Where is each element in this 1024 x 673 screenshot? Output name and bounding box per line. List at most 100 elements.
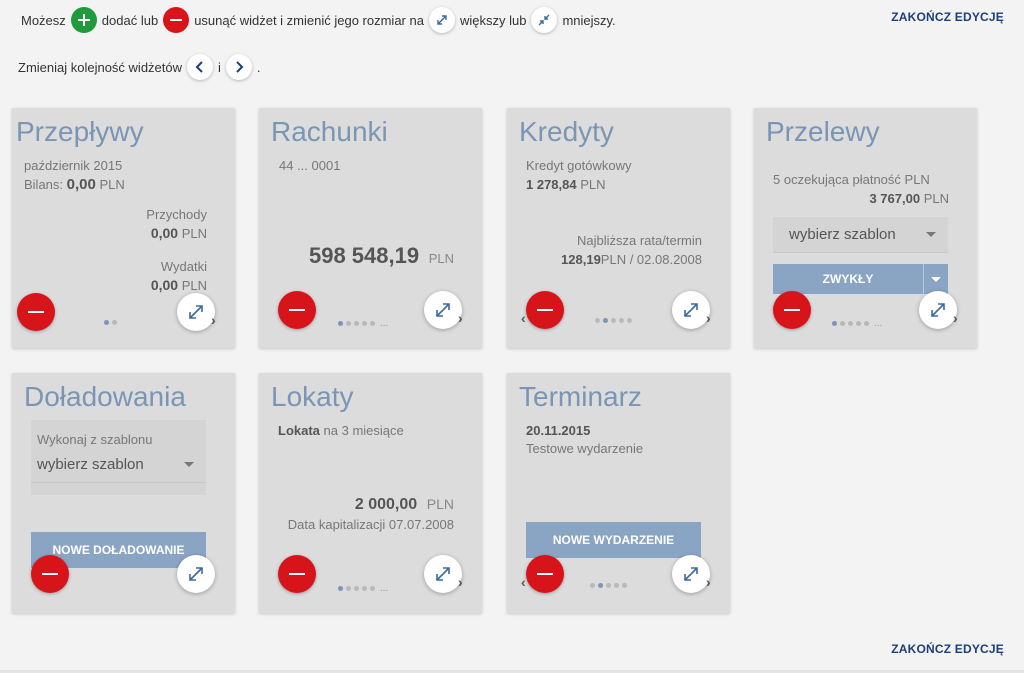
widget-title: Przelewy	[766, 116, 880, 147]
template-select-value: wybierz szablon	[789, 226, 896, 243]
pending-amount: 3 767,00	[869, 191, 921, 206]
add-widget-icon	[70, 7, 97, 33]
remove-widget-button[interactable]	[526, 555, 564, 593]
widget-title: Terminarz	[519, 381, 642, 412]
help-text: i	[218, 59, 221, 75]
chevron-right-icon[interactable]: ›	[706, 310, 711, 326]
deposit-term: na 3 miesiące	[323, 423, 404, 438]
template-select[interactable]: wybierz szablon	[773, 217, 948, 253]
help-text: usunąć widżet i zmienić jego rozmiar na	[194, 12, 424, 28]
help-text: .	[256, 59, 261, 75]
expense-value: 0,00	[150, 277, 179, 293]
template-select[interactable]: wybierz szablon	[31, 447, 206, 483]
capitalization-date: Data kapitalizacji 07.07.2008	[287, 517, 454, 532]
currency: PLN	[181, 278, 207, 293]
help-resize-line: Możesz dodać lub usunąć widżet i zmienić…	[18, 7, 619, 33]
chevron-right-icon	[225, 54, 252, 80]
expense-row: 0,00 PLN	[151, 277, 207, 293]
widget-lokaty: Lokaty Lokata na 3 miesiące 2 000,00 PLN…	[259, 373, 482, 613]
currency: PLN	[181, 226, 207, 241]
chevron-right-icon[interactable]: ›	[458, 574, 463, 590]
widget-kredyty: Kredyty Kredyt gotówkowy 1 278,84 PLN Na…	[507, 108, 730, 348]
income-label: Przychody	[146, 207, 207, 222]
expense-label: Wydatki	[160, 259, 207, 274]
expand-icon	[428, 7, 455, 33]
remove-widget-icon	[163, 7, 190, 33]
help-text: mniejszy.	[562, 12, 616, 28]
resize-widget-button[interactable]	[672, 291, 710, 329]
balance-row: 598 548,19 PLN	[309, 243, 454, 269]
help-text: większy lub	[459, 12, 527, 28]
expand-icon	[436, 303, 450, 317]
remove-widget-button[interactable]	[773, 291, 811, 329]
chevron-left-icon[interactable]: ‹	[521, 574, 526, 590]
remove-widget-button[interactable]	[278, 555, 316, 593]
expand-icon	[931, 303, 945, 317]
next-installment-amount: 128,19	[561, 252, 601, 267]
pager-dots[interactable]: ...	[832, 318, 882, 329]
income-row: 0,00 PLN	[151, 225, 207, 241]
chevron-right-icon[interactable]: ›	[706, 574, 711, 590]
resize-widget-button[interactable]	[177, 293, 215, 331]
resize-widget-button[interactable]	[424, 555, 462, 593]
chevron-right-icon[interactable]: ›	[953, 310, 958, 326]
resize-widget-button[interactable]	[672, 555, 710, 593]
expand-icon	[436, 567, 450, 581]
period-label: październik 2015	[24, 158, 123, 173]
credit-amount: 1 278,84	[526, 177, 577, 192]
finish-edit-link-bottom[interactable]: ZAKOŃCZ EDYCJĘ	[891, 642, 1004, 656]
shrink-icon	[531, 7, 558, 33]
expand-icon	[684, 567, 698, 581]
resize-widget-button[interactable]	[424, 291, 462, 329]
template-select-value: wybierz szablon	[37, 456, 144, 473]
chevron-right-icon[interactable]: ›	[211, 312, 216, 328]
widget-title: Rachunki	[271, 116, 388, 147]
currency: PLN	[99, 177, 125, 192]
chevron-down-icon	[931, 276, 941, 282]
remove-widget-button[interactable]	[526, 291, 564, 329]
widget-terminarz: Terminarz 20.11.2015 Testowe wydarzenie …	[507, 373, 730, 613]
help-order-line: Zmieniaj kolejność widżetów i .	[18, 54, 264, 80]
expand-icon	[189, 567, 203, 581]
balance-value: 0,00	[66, 176, 96, 193]
currency: PLN	[580, 177, 606, 192]
finish-edit-link-top[interactable]: ZAKOŃCZ EDYCJĘ	[891, 10, 1004, 24]
chevron-left-icon[interactable]: ‹	[521, 310, 526, 326]
chevron-down-icon	[926, 232, 936, 237]
pending-amount-row: 3 767,00 PLN	[869, 191, 949, 206]
next-installment-date: PLN / 02.08.2008	[600, 252, 702, 267]
remove-widget-button[interactable]	[31, 555, 69, 593]
widget-przeplywy: Przepływy październik 2015 Bilans: 0,00 …	[12, 108, 235, 348]
widget-przelewy: Przelewy 5 oczekująca płatność PLN 3 767…	[754, 108, 977, 348]
new-event-button[interactable]: NOWE WYDARZENIE	[526, 522, 701, 558]
transfer-regular-button[interactable]: ZWYKŁY	[773, 264, 923, 294]
widget-doladowania: Doładowania Wykonaj z szablonu wybierz s…	[12, 373, 235, 613]
deposit-amount: 2 000,00	[354, 496, 418, 513]
event-date: 20.11.2015	[526, 423, 590, 438]
remove-widget-button[interactable]	[17, 293, 55, 331]
resize-widget-button[interactable]	[919, 291, 957, 329]
currency: PLN	[923, 191, 949, 206]
deposit-amount-row: 2 000,00 PLN	[355, 496, 454, 514]
remove-widget-button[interactable]	[278, 291, 316, 329]
pager-dots[interactable]	[595, 318, 632, 323]
widget-title: Kredyty	[519, 116, 614, 147]
pager-dots[interactable]	[104, 320, 117, 325]
currency: PLN	[428, 251, 454, 266]
chevron-right-icon[interactable]: ›	[458, 310, 463, 326]
transfer-type-dropdown[interactable]	[923, 264, 948, 294]
resize-widget-button[interactable]	[177, 555, 215, 593]
template-label: Wykonaj z szablonu	[37, 432, 153, 447]
widget-title: Doładowania	[24, 381, 186, 412]
balance-label: Bilans:	[24, 177, 64, 192]
deposit-name-row: Lokata na 3 miesiące	[278, 423, 404, 438]
pager-dots[interactable]: ...	[338, 583, 388, 594]
pending-payments: 5 oczekująca płatność PLN	[773, 172, 930, 187]
pager-dots[interactable]	[590, 583, 627, 588]
help-text: Zmieniaj kolejność widżetów	[18, 59, 183, 75]
chevron-down-icon	[184, 462, 194, 467]
pager-dots[interactable]: ...	[338, 318, 388, 329]
account-number: 44 ... 0001	[279, 158, 341, 173]
balance-value: 598 548,19	[308, 243, 420, 268]
widget-title: Lokaty	[271, 381, 354, 412]
